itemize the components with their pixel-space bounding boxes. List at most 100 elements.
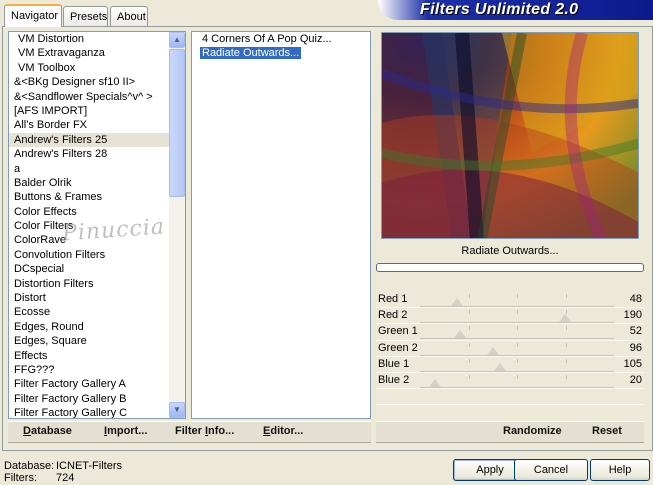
- filters-count-label: Filters:: [4, 472, 37, 484]
- progress-bar: [376, 263, 644, 272]
- slider-value: 52: [629, 325, 642, 338]
- filter-list[interactable]: 4 Corners Of A Pop Quiz... Radiate Outwa…: [191, 31, 371, 419]
- editor-button[interactable]: Editor...: [263, 425, 303, 437]
- category-item[interactable]: Edges, Square: [9, 334, 185, 348]
- slider-label: Red 1: [378, 293, 408, 305]
- reset-button[interactable]: Reset: [592, 425, 622, 437]
- slider-tick: [517, 326, 518, 331]
- category-item[interactable]: &<BKg Designer sf10 II>: [9, 75, 185, 89]
- slider-tick: [468, 374, 470, 379]
- category-item[interactable]: VM Toolbox: [9, 61, 185, 75]
- slider-knob[interactable]: [450, 298, 463, 306]
- slider-tick: [468, 342, 470, 347]
- slider-knob[interactable]: [486, 346, 499, 355]
- slider-label: Green 1: [378, 325, 418, 338]
- category-item[interactable]: Filter Factory Gallery C: [9, 406, 185, 418]
- slider-label: Green 2: [378, 341, 418, 354]
- category-item[interactable]: Andrew's Filters 28: [9, 147, 185, 161]
- slider-track[interactable]: [420, 370, 614, 372]
- slider-value: 96: [629, 341, 642, 354]
- category-item[interactable]: Convolution Filters: [9, 248, 185, 262]
- slider-track[interactable]: [420, 338, 614, 340]
- slider-row[interactable]: Red 1 48: [376, 292, 644, 309]
- parameter-sliders: Red 1 48 Red 2 190 Green 1 52 Green 2 96 Blue 1 1…: [376, 292, 644, 422]
- category-item[interactable]: VM Distortion: [9, 32, 185, 46]
- database-button[interactable]: Database: [23, 425, 72, 437]
- slider-tick: [468, 294, 470, 298]
- database-status-label: Database:: [4, 460, 55, 472]
- slider-value: 105: [623, 357, 642, 370]
- category-item[interactable]: Edges, Round: [9, 320, 185, 334]
- slider-tick: [565, 374, 567, 379]
- scroll-down-icon[interactable]: ▼: [169, 402, 185, 418]
- preview-artwork: [382, 33, 638, 238]
- slider-knob[interactable]: [493, 362, 506, 371]
- help-button[interactable]: Help: [590, 459, 650, 481]
- scroll-thumb[interactable]: [169, 49, 185, 197]
- slider-empty-row: [376, 405, 644, 422]
- slider-knob[interactable]: [453, 330, 466, 339]
- filter-item[interactable]: 4 Corners Of A Pop Quiz...: [192, 32, 370, 46]
- category-item[interactable]: FFG???: [9, 363, 185, 377]
- category-scrollbar[interactable]: ▲ ▼: [169, 32, 185, 418]
- preview-filter-name: Radiate Outwards...: [461, 245, 559, 257]
- slider-value: 190: [623, 309, 642, 322]
- slider-tick: [468, 310, 470, 315]
- slider-empty-row: [376, 389, 644, 406]
- slider-tick: [565, 342, 567, 347]
- slider-tick: [517, 374, 518, 379]
- slider-value: 48: [629, 293, 642, 305]
- tab-about[interactable]: About: [110, 6, 148, 26]
- category-item[interactable]: &<Sandflower Specials^v^ >: [9, 90, 185, 104]
- slider-knob[interactable]: [558, 314, 571, 323]
- slider-track[interactable]: [420, 354, 614, 356]
- slider-tick: [565, 358, 567, 363]
- cancel-button[interactable]: Cancel: [514, 459, 588, 481]
- category-item[interactable]: Balder Olrik: [9, 176, 185, 190]
- category-item[interactable]: Filter Factory Gallery B: [9, 392, 185, 406]
- category-item[interactable]: Distortion Filters: [9, 277, 185, 291]
- slider-tick: [565, 326, 567, 331]
- category-item[interactable]: Filter Factory Gallery A: [9, 377, 185, 391]
- database-status-value: ICNET-Filters: [56, 460, 122, 472]
- slider-track[interactable]: [420, 386, 614, 388]
- slider-track[interactable]: [420, 322, 614, 324]
- category-item[interactable]: Distort: [9, 291, 185, 305]
- category-item[interactable]: Buttons & Frames: [9, 190, 185, 204]
- slider-track[interactable]: [420, 306, 614, 307]
- slider-tick: [517, 358, 518, 363]
- slider-row[interactable]: Green 2 96: [376, 341, 644, 357]
- slider-tick: [517, 294, 518, 298]
- slider-tick: [468, 358, 470, 363]
- slider-label: Red 2: [378, 309, 408, 322]
- randomize-button[interactable]: Randomize: [503, 425, 562, 437]
- import-button[interactable]: Import...: [104, 425, 147, 437]
- filters-count-value: 724: [56, 472, 75, 484]
- category-item[interactable]: Ecosse: [9, 305, 185, 319]
- category-item[interactable]: All's Border FX: [9, 118, 185, 132]
- slider-tick: [517, 342, 518, 347]
- category-item[interactable]: VM Extravaganza: [9, 46, 185, 60]
- tab-presets[interactable]: Presets: [63, 6, 108, 26]
- slider-tick: [517, 310, 518, 315]
- slider-tick: [565, 294, 567, 298]
- category-item[interactable]: DCspecial: [9, 262, 185, 276]
- category-item-selected[interactable]: Andrew's Filters 25: [9, 132, 185, 148]
- slider-value: 20: [629, 373, 642, 386]
- slider-row[interactable]: Red 2 190: [376, 308, 644, 325]
- app-title: Filters Unlimited 2.0: [420, 1, 579, 18]
- slider-label: Blue 1: [378, 357, 410, 370]
- slider-row[interactable]: Blue 2 20: [376, 373, 644, 390]
- slider-row[interactable]: Green 1 52: [376, 324, 644, 341]
- preview-image: [381, 32, 639, 239]
- slider-row[interactable]: Blue 1 105: [376, 357, 644, 373]
- slider-knob[interactable]: [429, 378, 442, 387]
- filter-item-selected[interactable]: Radiate Outwards...: [192, 46, 370, 60]
- category-item[interactable]: [AFS IMPORT]: [9, 104, 185, 118]
- tab-navigator[interactable]: Navigator: [4, 4, 62, 27]
- filter-info-button[interactable]: Filter Info...: [175, 425, 234, 437]
- scroll-up-icon[interactable]: ▲: [169, 32, 185, 48]
- category-item[interactable]: a: [9, 162, 185, 176]
- slider-tick: [468, 326, 470, 331]
- category-item[interactable]: Effects: [9, 349, 185, 363]
